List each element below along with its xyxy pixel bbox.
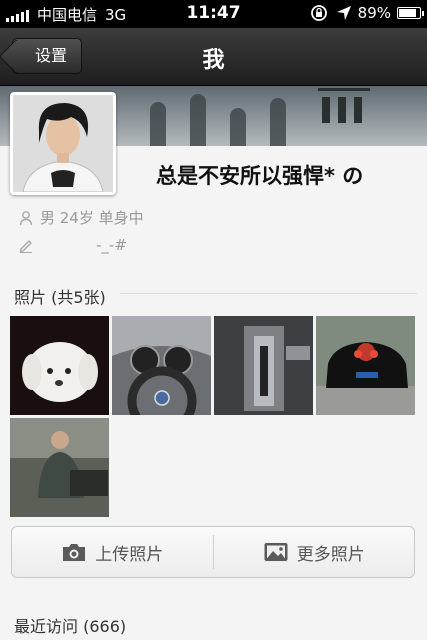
more-photos-button[interactable]: 更多照片 (214, 527, 415, 577)
photo-actions: 上传照片 更多照片 (11, 526, 415, 578)
camera-icon (63, 544, 86, 561)
recent-visits-header: 最近访问 (666) (14, 617, 127, 636)
gear-shifter-photo[interactable] (214, 316, 313, 415)
picture-icon (264, 543, 288, 561)
status-bar: 中国电信 3G 11:47 89% (0, 0, 427, 28)
page-title: 我 (202, 48, 225, 73)
battery-percent: 89% (357, 4, 391, 22)
pencil-icon (19, 240, 32, 253)
photos-section-header: 照片 (共5张) (14, 288, 106, 307)
profile-details-row: 男 24岁 单身中 (18, 207, 144, 228)
profile-signature: -_-# (96, 236, 127, 254)
section-divider (120, 293, 417, 294)
more-photos-label: 更多照片 (296, 544, 365, 565)
person-photo[interactable] (10, 418, 109, 517)
profile-signature-row: -_-# (18, 236, 127, 254)
avatar-portrait (13, 95, 113, 192)
upload-photo-label: 上传照片 (95, 544, 164, 565)
steering-wheel-photo[interactable] (112, 316, 211, 415)
profile-nickname: 总是不安所以强悍* の (156, 164, 364, 188)
person-icon (19, 210, 33, 225)
avatar[interactable] (10, 92, 116, 195)
profile-details: 男 24岁 单身中 (40, 209, 144, 227)
puppy-photo[interactable] (10, 316, 109, 415)
rotation-lock-icon (310, 5, 327, 21)
upload-photo-button[interactable]: 上传照片 (12, 527, 213, 577)
battery-icon (397, 7, 424, 19)
wedding-car-photo[interactable] (316, 316, 415, 415)
navigation-bar: 设置 我 (0, 28, 427, 86)
location-arrow-icon (336, 6, 351, 20)
